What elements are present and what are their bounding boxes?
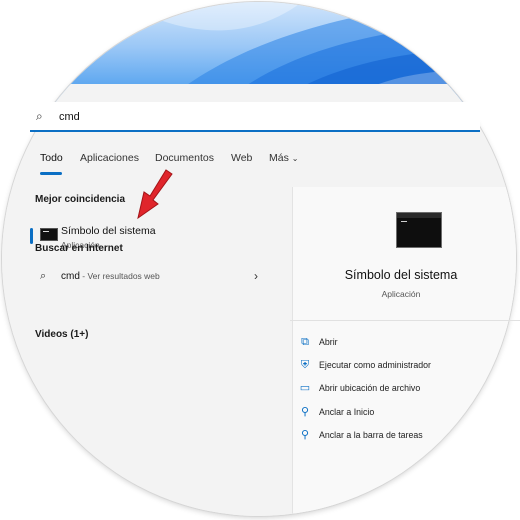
chevron-right-icon: › [254,269,258,283]
command-prompt-icon [40,228,58,241]
tab-mas-label: Más [269,152,289,164]
tab-todo[interactable]: Todo [40,152,63,164]
web-search-result[interactable]: ⌕ cmd - Ver resultados web › [38,269,264,286]
web-search-heading: Buscar en Internet [35,243,123,254]
screenshot-stage: ⌕ cmd Todo Aplicaciones Documentos Web M… [0,0,520,520]
web-search-hint: - Ver resultados web [79,271,160,281]
open-external-icon: ⧉ [301,336,309,348]
details-app-name: Símbolo del sistema [344,268,458,282]
web-search-text: cmd - Ver resultados web [61,271,160,282]
selection-indicator [30,228,33,244]
search-icon: ⌕ [40,270,47,282]
search-query: cmd [59,111,80,123]
search-icon: ⌕ [36,109,43,123]
tab-aplicaciones[interactable]: Aplicaciones [80,152,139,164]
action-pin-to-taskbar[interactable]: ⚲ Anclar a la barra de tareas [298,428,498,444]
best-match-heading: Mejor coincidencia [35,194,126,205]
action-label: Abrir [319,337,338,347]
action-label: Anclar a Inicio [319,407,375,417]
action-pin-to-start[interactable]: ⚲ Anclar a Inicio [298,405,498,421]
pin-icon: ⚲ [300,406,310,418]
action-label: Ejecutar como administrador [319,360,431,370]
details-app-type: Aplicación [381,289,421,299]
web-search-term: cmd [61,271,80,282]
pin-icon: ⚲ [300,429,310,441]
action-run-as-admin[interactable]: ⛨ Ejecutar como administrador [298,358,498,374]
tab-documentos[interactable]: Documentos [155,152,214,164]
action-open-file-location[interactable]: ▭ Abrir ubicación de archivo [298,381,498,397]
tab-web[interactable]: Web [231,152,252,164]
best-match-title: Símbolo del sistema [61,225,156,237]
action-abrir[interactable]: ⧉ Abrir [298,335,498,351]
annotation-arrow-icon [137,169,173,220]
details-divider [290,320,520,321]
active-tab-indicator [40,172,62,175]
action-label: Anclar a la barra de tareas [319,430,423,440]
videos-heading[interactable]: Videos (1+) [35,329,88,340]
tab-mas[interactable]: Más ⌄ [269,152,298,164]
chevron-down-icon: ⌄ [291,154,299,163]
search-input[interactable]: ⌕ cmd [30,102,480,132]
command-prompt-large-icon [396,212,442,248]
shield-icon: ⛨ [300,359,310,371]
action-label: Abrir ubicación de archivo [319,383,421,393]
folder-icon: ▭ [299,382,311,394]
